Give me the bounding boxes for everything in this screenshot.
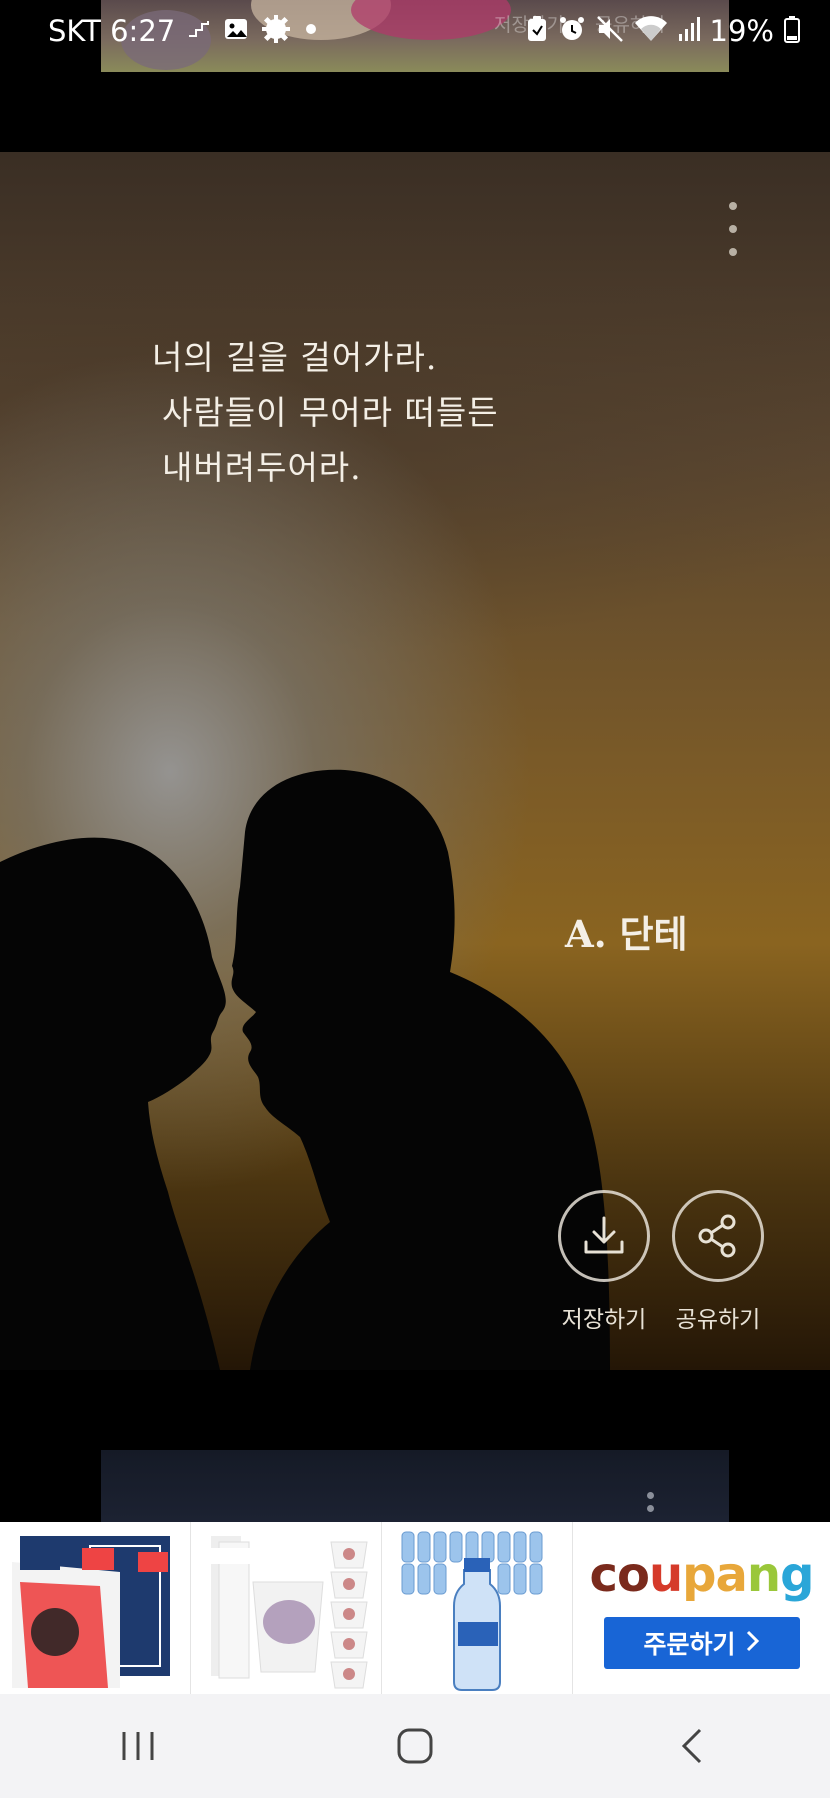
coupang-ad[interactable]: coupang 주문하기 (573, 1522, 830, 1694)
carrier-time: SKT 6:27 (48, 14, 176, 48)
next-card-more-options-icon[interactable] (635, 1492, 665, 1522)
logo-letter: c (589, 1547, 618, 1603)
back-icon[interactable] (632, 1706, 752, 1786)
order-button[interactable]: 주문하기 (603, 1617, 800, 1669)
clipboard-icon (526, 15, 548, 47)
alarm-icon (558, 15, 586, 47)
mute-icon (596, 15, 624, 47)
save-label: 저장하기 (561, 1307, 647, 1333)
copy-paper-product[interactable] (0, 1522, 191, 1694)
logo-letter: a (715, 1547, 748, 1603)
coupang-logo: coupang (589, 1547, 815, 1603)
status-bar: SKT 6:27 19% (0, 0, 830, 64)
card-more-options-icon[interactable] (718, 202, 748, 256)
signal-icon (678, 16, 700, 46)
navigation-bar (0, 1694, 830, 1798)
logo-letter: o (617, 1547, 650, 1603)
save-button[interactable]: 저장하기 (556, 1190, 652, 1334)
recent-apps-icon[interactable] (78, 1706, 198, 1786)
battery-percent: 19% (709, 14, 774, 48)
quote-line: 사람들이 무어라 떠들든 (162, 393, 499, 432)
quote-text: 너의 길을 걸어가라. 사람들이 무어라 떠들든 내버려두어라. (152, 330, 592, 495)
quote-line: 너의 길을 걸어가라. (152, 338, 438, 377)
logo-letter: u (648, 1547, 683, 1603)
wifi-icon (634, 15, 668, 47)
battery-icon (784, 15, 800, 47)
download-icon (558, 1190, 650, 1282)
chevron-right-icon (746, 1629, 760, 1658)
dot-icon (303, 21, 319, 41)
paper-cup-product[interactable] (191, 1522, 382, 1694)
logo-letter: p (682, 1547, 716, 1603)
share-icon (672, 1190, 764, 1282)
order-button-label: 주문하기 (643, 1630, 736, 1659)
next-quote-card[interactable] (101, 1450, 729, 1522)
ad-banner[interactable]: coupang 주문하기 (0, 1522, 830, 1694)
home-icon[interactable] (355, 1706, 475, 1786)
share-label: 공유하기 (675, 1307, 761, 1333)
share-button[interactable]: 공유하기 (670, 1190, 766, 1334)
gallery-icon (223, 16, 249, 46)
quote-line: 내버려두어라. (162, 448, 362, 487)
logo-letter: n (746, 1547, 781, 1603)
water-bottle-product[interactable] (382, 1522, 573, 1694)
settings-gear-icon (261, 14, 291, 48)
quote-author: A. 단테 (565, 912, 688, 956)
quote-card[interactable]: 너의 길을 걸어가라. 사람들이 무어라 떠들든 내버려두어라. A. 단테 저… (0, 152, 830, 1370)
cast-icon (187, 17, 211, 45)
logo-letter: g (780, 1547, 814, 1603)
